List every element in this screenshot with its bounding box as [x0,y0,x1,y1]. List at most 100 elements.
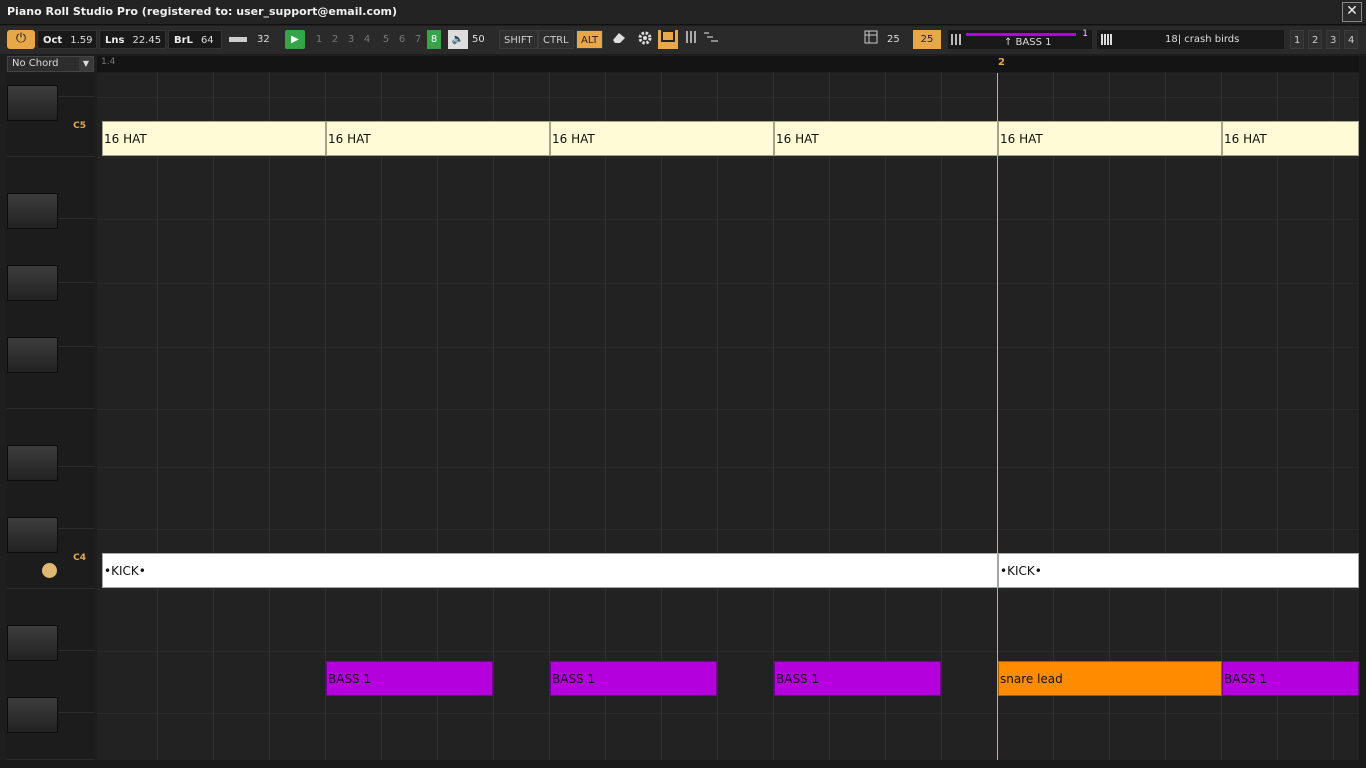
view-button-2[interactable]: 2 [1308,30,1323,49]
bar-length-label: BrL [174,35,193,46]
grid-line [661,73,662,760]
note-block[interactable]: 16 HAT [774,121,998,156]
view-button-1[interactable]: 1 [1290,30,1305,49]
grid-row-line [97,589,1359,590]
grid-row-line [97,97,1359,98]
ruler-bar-label: 2 [998,57,1005,68]
grid-line [829,73,830,760]
octave-value: 1.59 [70,35,93,46]
black-key[interactable] [7,625,58,661]
bars-icon[interactable] [681,30,701,49]
window-title: Piano Roll Studio Pro (registered to: us… [7,5,398,18]
root-note-marker [42,563,57,578]
window-icon[interactable] [658,30,678,49]
grid-number-7[interactable]: 7 [411,30,425,49]
toolbar: ⏻ Oct 1.59 Lns 22.45 BrL 64 32 ▶ 1 2 3 4 5 … [0,26,1366,54]
note-block[interactable]: BASS 1 [326,661,493,696]
volume-icon[interactable]: 🔈 [448,30,468,49]
grid-line [157,73,158,760]
grid-number-8[interactable]: 8 [427,30,441,49]
lines-control[interactable]: Lns 22.45 [99,30,166,49]
grid-line [1221,73,1222,760]
grid-row-line [97,347,1359,348]
note-block[interactable]: BASS 1 [1222,661,1359,696]
black-key[interactable] [7,697,58,733]
black-key[interactable] [7,193,58,229]
timeline-ruler[interactable]: 1.4 2 [97,56,1359,72]
piano-keyboard[interactable]: C5 C4 [7,73,95,760]
pattern-selector[interactable]: 18| crash birds [1097,30,1284,49]
grid-line [437,73,438,760]
grid-line [493,73,494,760]
grid-line [605,73,606,760]
note-grid[interactable]: 16 HAT 16 HAT 16 HAT 16 HAT 16 HAT 16 HA… [97,73,1359,760]
black-key[interactable] [7,517,58,553]
note-length-control[interactable]: 32 [229,30,279,49]
scrollbar-vertical[interactable] [1359,56,1366,760]
note-block[interactable]: 16 HAT [998,121,1222,156]
note-block[interactable]: 16 HAT [102,121,326,156]
grid-row-line [97,157,1359,158]
snap-value[interactable]: 25 [887,30,900,49]
gear-icon[interactable] [635,30,655,49]
snap-grid-icon[interactable] [861,30,881,49]
grid-number-4[interactable]: 4 [360,30,374,49]
close-icon[interactable]: ✕ [1342,2,1362,22]
lines-value: 22.45 [132,35,162,46]
note-block[interactable]: snare lead [998,661,1222,696]
grid-number-6[interactable]: 6 [395,30,409,49]
grid-line [549,73,550,760]
grid-row-line [97,219,1359,220]
grid-line [1109,73,1110,760]
grid-row-line [97,651,1359,652]
ruler-position-label: 1.4 [101,57,116,67]
grid-line [1165,73,1166,760]
chord-select[interactable]: No Chord ▼ [7,56,94,72]
channel-number: 1 [1082,29,1088,39]
bar-length-control[interactable]: BrL 64 [168,30,222,49]
grid-line [941,73,942,760]
grid-number-3[interactable]: 3 [344,30,358,49]
play-icon[interactable]: ▶ [285,30,305,49]
grid-line [1277,73,1278,760]
pattern-name: 18| crash birds [1165,34,1240,45]
scrollbar-horizontal[interactable] [0,760,1366,768]
octave-control[interactable]: Oct 1.59 [37,30,97,49]
black-key[interactable] [7,85,58,121]
power-icon[interactable]: ⏻ [7,30,35,49]
grid-line [717,73,718,760]
black-key[interactable] [7,445,58,481]
chevron-down-icon: ▼ [79,57,93,71]
grid-line [381,73,382,760]
view-button-4[interactable]: 4 [1344,30,1359,49]
step-icon[interactable] [701,30,721,49]
eraser-icon[interactable] [609,30,629,49]
note-block[interactable]: BASS 1 [774,661,941,696]
channel-selector[interactable]: 1 ↑ BASS 1 [948,29,1092,49]
grid-line [213,73,214,760]
note-block[interactable]: 16 HAT [326,121,550,156]
alt-button[interactable]: ALT [576,30,604,49]
grid-line [325,73,326,760]
grid-number-1[interactable]: 1 [312,30,326,49]
note-block[interactable]: 16 HAT [1222,121,1359,156]
lines-label: Lns [105,35,125,46]
note-block[interactable]: 16 HAT [550,121,774,156]
volume-value: 50 [472,34,485,45]
snap-value-active[interactable]: 25 [913,30,941,49]
shift-button[interactable]: SHIFT [499,30,538,49]
playhead[interactable] [997,73,998,760]
channel-bars-icon [951,34,961,45]
note-block[interactable]: BASS 1 [550,661,717,696]
note-length-icon [229,36,247,42]
note-block[interactable]: •KICK• [102,553,998,588]
black-key[interactable] [7,337,58,373]
view-button-3[interactable]: 3 [1326,30,1341,49]
octave-label: Oct [43,35,63,46]
piano-icon [1101,34,1113,45]
note-block[interactable]: •KICK• [998,553,1359,588]
ctrl-button[interactable]: CTRL [538,30,574,49]
black-key[interactable] [7,265,58,301]
grid-number-5[interactable]: 5 [379,30,393,49]
grid-number-2[interactable]: 2 [328,30,342,49]
